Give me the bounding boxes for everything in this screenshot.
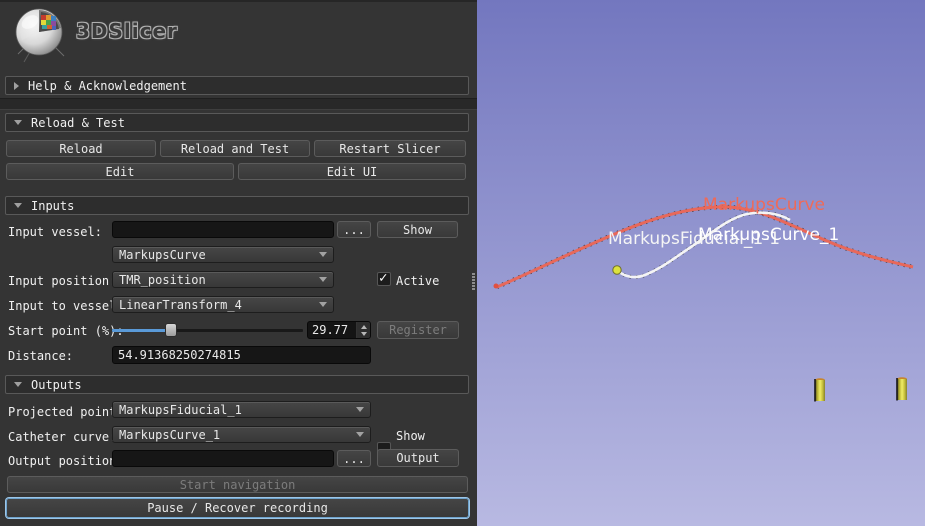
collapse-icon bbox=[14, 203, 22, 208]
start-point-value[interactable] bbox=[308, 322, 356, 338]
viewport-background bbox=[477, 0, 925, 526]
chevron-down-icon bbox=[356, 432, 364, 437]
chevron-down-icon bbox=[319, 277, 327, 282]
section-outputs-label: Outputs bbox=[31, 377, 82, 392]
slicer-window: 3DSlicer Help & Acknowledgement Reload &… bbox=[0, 0, 925, 526]
output-button[interactable]: Output bbox=[377, 449, 459, 467]
distance-field[interactable] bbox=[112, 346, 371, 364]
projected-point-label: Projected point: bbox=[8, 405, 124, 419]
section-reload-test[interactable]: Reload & Test bbox=[5, 113, 469, 132]
section-outputs[interactable]: Outputs bbox=[5, 375, 469, 394]
spin-up-icon[interactable] bbox=[360, 324, 367, 329]
catheter-cylinder-left[interactable] bbox=[814, 378, 825, 402]
red-curve-node-label: MarkupsCurve bbox=[703, 195, 825, 215]
vessel-type-value: MarkupsCurve bbox=[119, 247, 206, 262]
section-inputs[interactable]: Inputs bbox=[5, 196, 469, 215]
show-catheter-label: Show bbox=[396, 429, 425, 443]
white-curve-node-label: MarkupsCurve_1 bbox=[698, 225, 839, 245]
red-curve-endpoint[interactable] bbox=[493, 283, 499, 289]
input-to-vessel-label: Input to vessel: bbox=[8, 299, 124, 313]
vessel-type-combobox[interactable]: MarkupsCurve bbox=[112, 246, 334, 263]
spin-down-icon[interactable] bbox=[360, 331, 367, 336]
output-position-field[interactable] bbox=[112, 450, 334, 467]
collapse-icon bbox=[14, 382, 22, 387]
slider-handle[interactable] bbox=[165, 323, 177, 337]
collapsed-content-band bbox=[0, 98, 477, 110]
catheter-curve-combobox[interactable]: MarkupsCurve_1 bbox=[112, 426, 371, 443]
catheter-curve-label: Catheter curve: bbox=[8, 430, 117, 444]
spinbox-arrows[interactable] bbox=[356, 322, 370, 338]
input-position-label: Input position: bbox=[8, 274, 117, 288]
edit-ui-button[interactable]: Edit UI bbox=[238, 163, 466, 180]
input-position-combobox[interactable]: TMR_position bbox=[112, 271, 334, 288]
reload-and-test-button[interactable]: Reload and Test bbox=[160, 140, 310, 157]
distance-label: Distance: bbox=[8, 349, 74, 363]
chevron-down-icon bbox=[319, 302, 327, 307]
fiducial-point[interactable] bbox=[612, 265, 622, 275]
restart-slicer-button[interactable]: Restart Slicer bbox=[314, 140, 466, 157]
module-panel: 3DSlicer Help & Acknowledgement Reload &… bbox=[0, 0, 477, 526]
start-point-spinbox[interactable] bbox=[307, 321, 371, 339]
collapse-icon bbox=[14, 120, 22, 125]
expand-icon bbox=[14, 81, 19, 90]
pause-recover-button[interactable]: Pause / Recover recording bbox=[6, 498, 469, 518]
projected-point-value: MarkupsFiducial_1 bbox=[119, 402, 242, 417]
input-position-value: TMR_position bbox=[119, 272, 206, 287]
section-help-acknowledgement[interactable]: Help & Acknowledgement bbox=[5, 76, 469, 95]
projected-point-combobox[interactable]: MarkupsFiducial_1 bbox=[112, 401, 371, 418]
active-checkbox-label: Active bbox=[396, 274, 440, 288]
input-vessel-show-button[interactable]: Show bbox=[377, 221, 458, 238]
app-title: 3DSlicer bbox=[76, 19, 178, 43]
start-point-label: Start point (%): bbox=[8, 324, 124, 338]
slicer-logo bbox=[15, 8, 65, 63]
active-checkbox[interactable] bbox=[377, 270, 391, 286]
start-point-slider[interactable] bbox=[112, 323, 303, 337]
section-reload-label: Reload & Test bbox=[31, 115, 125, 130]
slider-fill bbox=[112, 329, 169, 332]
catheter-curve-value: MarkupsCurve_1 bbox=[119, 427, 221, 442]
output-position-label: Output position: bbox=[8, 454, 124, 468]
output-position-browse-button[interactable]: ... bbox=[337, 450, 371, 467]
section-inputs-label: Inputs bbox=[31, 198, 75, 213]
edit-button[interactable]: Edit bbox=[6, 163, 234, 180]
threed-viewport[interactable]: MarkupsFiducial_1-1 MarkupsCurve_1 Marku… bbox=[477, 0, 925, 526]
chevron-down-icon bbox=[356, 407, 364, 412]
start-navigation-button[interactable]: Start navigation bbox=[7, 476, 468, 493]
chevron-down-icon bbox=[319, 252, 327, 257]
register-button[interactable]: Register bbox=[377, 321, 459, 339]
input-vessel-browse-button[interactable]: ... bbox=[337, 221, 371, 238]
catheter-cylinder-right[interactable] bbox=[896, 377, 907, 401]
section-help-label: Help & Acknowledgement bbox=[28, 78, 187, 93]
input-to-vessel-value: LinearTransform_4 bbox=[119, 297, 242, 312]
reload-button[interactable]: Reload bbox=[6, 140, 156, 157]
input-vessel-label: Input vessel: bbox=[8, 225, 102, 239]
input-to-vessel-combobox[interactable]: LinearTransform_4 bbox=[112, 296, 334, 313]
input-vessel-field[interactable] bbox=[112, 221, 334, 238]
panel-splitter-handle[interactable] bbox=[472, 273, 475, 290]
